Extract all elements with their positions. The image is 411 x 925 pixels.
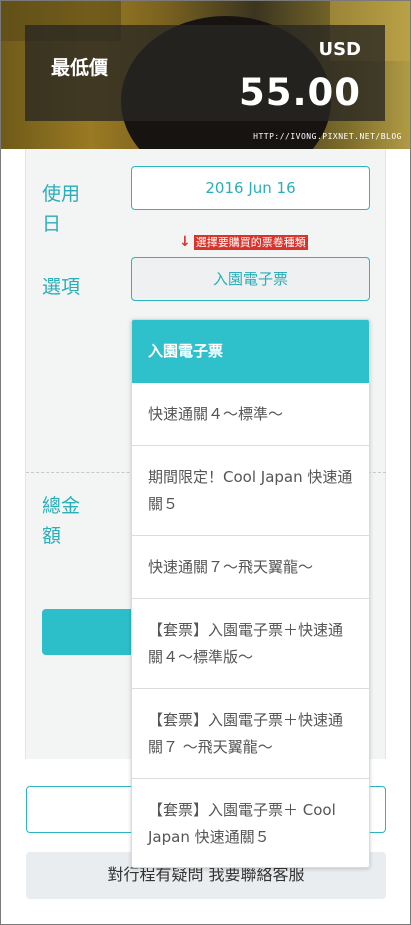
- date-label: 使用日: [42, 183, 81, 235]
- option-label: 選項: [42, 276, 81, 298]
- date-field[interactable]: 2016 Jun 16: [131, 166, 370, 210]
- hint-text: 選擇要購買的票卷種類: [193, 234, 308, 250]
- option-dropdown-menu: 入園電子票 快速通關４～標準～ 期間限定！Cool Japan 快速通關５ 快速…: [131, 319, 370, 868]
- dropdown-item[interactable]: 【套票】入園電子票＋ Cool Japan 快速通關５: [132, 779, 369, 867]
- down-arrow-icon: ↓: [179, 234, 191, 250]
- dropdown-item[interactable]: 期間限定！Cool Japan 快速通關５: [132, 446, 369, 536]
- dropdown-item[interactable]: 快速通關７～飛天翼龍～: [132, 536, 369, 599]
- option-select[interactable]: 入園電子票: [131, 257, 370, 301]
- lowest-price-label: 最低價: [51, 57, 109, 79]
- dropdown-item[interactable]: 快速通關４～標準～: [132, 383, 369, 446]
- hint-annotation: ↓ 選擇要購買的票卷種類: [179, 234, 308, 250]
- price-amount: 55.00: [238, 71, 361, 114]
- dropdown-item[interactable]: 【套票】入園電子票＋快速通關４～標準版～: [132, 599, 369, 689]
- dropdown-item[interactable]: 【套票】入園電子票＋快速通關７ ～飛天翼龍～: [132, 689, 369, 779]
- total-label: 總金額: [42, 495, 81, 547]
- photo-watermark: HTTP://IVONG.PIXNET.NET/BLOG: [253, 132, 402, 141]
- price-box: 最低價 USD 55.00: [25, 25, 385, 121]
- currency-label: USD: [318, 39, 361, 60]
- dropdown-item-selected[interactable]: 入園電子票: [132, 320, 369, 383]
